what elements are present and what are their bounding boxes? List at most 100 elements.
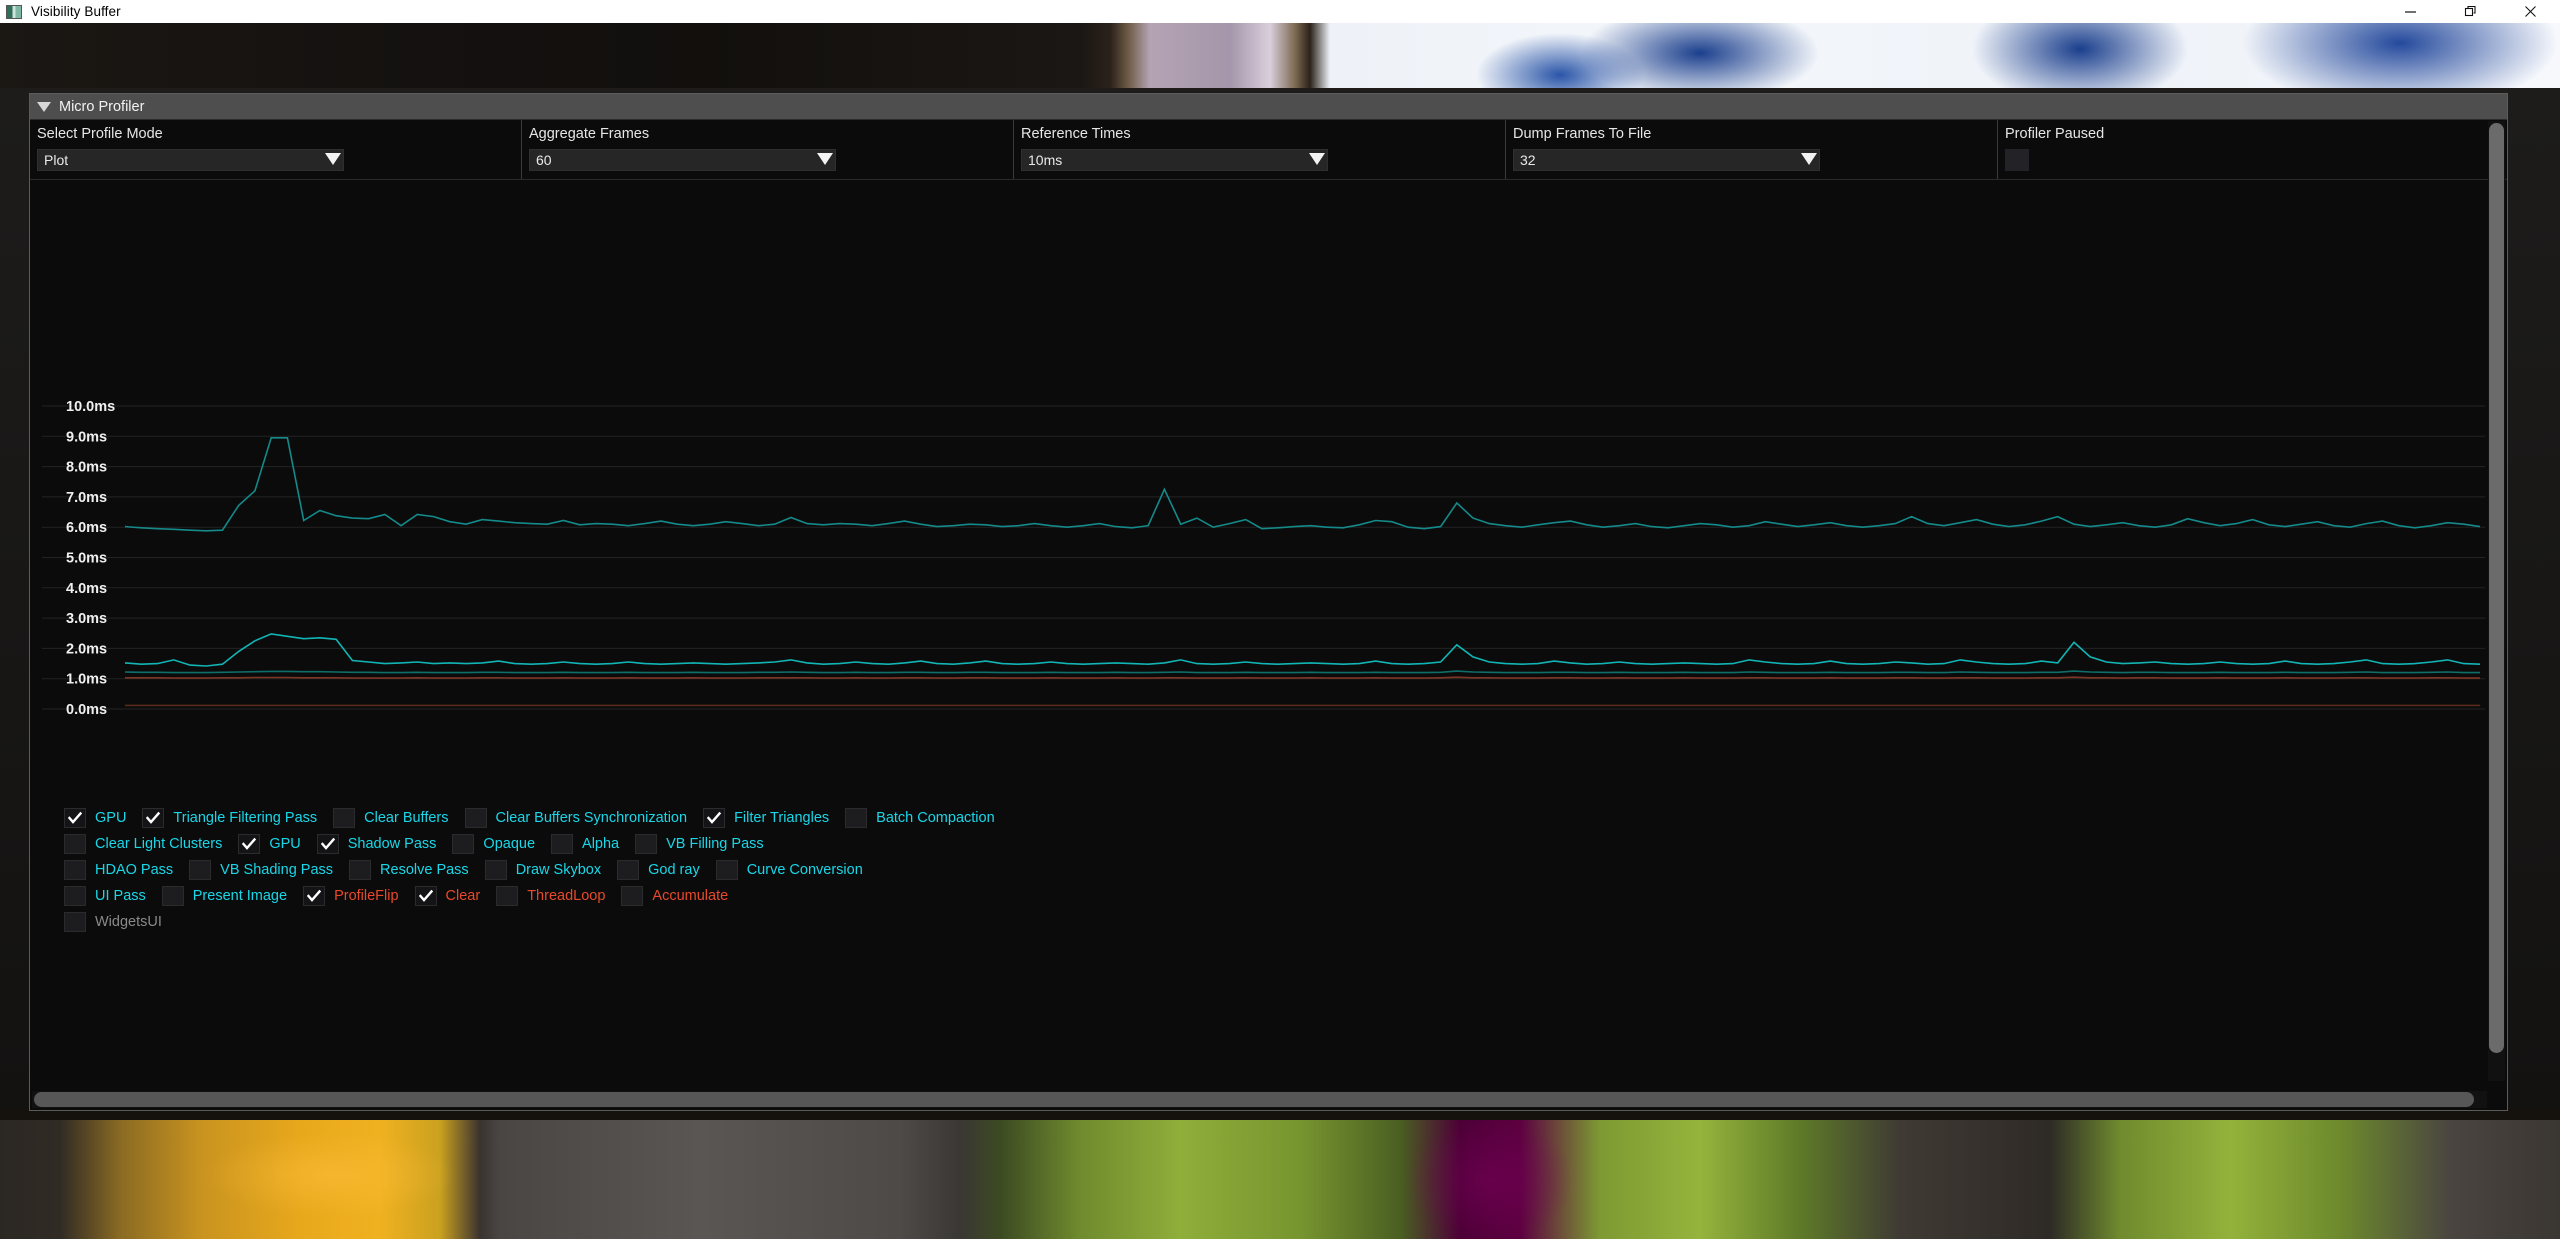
plot-canvas: 10.0ms 9.0ms 8.0ms 7.0ms 6.0ms 5.0ms 4.0ms 3.0m… [42, 399, 2485, 718]
legend-label: ThreadLoop [527, 888, 606, 904]
scene-foliage-region [0, 1120, 2560, 1239]
checkbox-hdao-pass[interactable] [64, 860, 86, 880]
legend-item-draw-skybox[interactable]: Draw Skybox [484, 860, 601, 880]
dump-frames-to-file-dropdown[interactable]: 32 [1513, 149, 1820, 171]
control-aggregate-frames: Aggregate Frames 60 [522, 120, 1014, 179]
minimize-button[interactable] [2380, 0, 2440, 23]
check-icon [320, 837, 335, 850]
legend-item-threadloop[interactable]: ThreadLoop [496, 886, 605, 906]
legend-item-hdao-pass[interactable]: HDAO Pass [64, 860, 173, 880]
checkbox-gpu[interactable] [64, 808, 86, 828]
legend-item-widgetsui[interactable]: WidgetsUI [64, 912, 162, 932]
checkbox-threadloop[interactable] [496, 886, 519, 906]
checkbox-present-image[interactable] [161, 886, 184, 906]
legend-item-present-image[interactable]: Present Image [161, 886, 287, 906]
plot-line-triangle-filtering-pass [124, 633, 2481, 667]
reference-times-dropdown[interactable]: 10ms [1021, 149, 1328, 171]
y-axis-tick-label: 5.0ms [66, 551, 107, 567]
checkbox-shadow-pass[interactable] [316, 834, 339, 854]
legend-item-accumulate[interactable]: Accumulate [621, 886, 728, 906]
legend-row: HDAO Pass VB Shading Pass Resolve Pass Draw… [64, 857, 2470, 883]
checkbox-alpha[interactable] [551, 834, 574, 854]
vertical-scrollbar[interactable] [2488, 121, 2505, 1081]
aggregate-frames-dropdown[interactable]: 60 [529, 149, 836, 171]
plot-line-filter-triangles [124, 670, 2480, 674]
checkbox-clear-buffers[interactable] [333, 808, 356, 828]
checkbox-draw-skybox[interactable] [484, 860, 507, 880]
checkbox-vb-shading-pass[interactable] [189, 860, 212, 880]
legend-item-triangle-filtering-pass[interactable]: Triangle Filtering Pass [142, 808, 317, 828]
legend-item-clear-buffers-synchronization[interactable]: Clear Buffers Synchronization [464, 808, 687, 828]
legend-label: God ray [648, 862, 700, 878]
profiler-plot: 10.0ms 9.0ms 8.0ms 7.0ms 6.0ms 5.0ms 4.0ms 3.0m… [30, 180, 2507, 775]
profiler-header[interactable]: Micro Profiler [30, 94, 2507, 120]
y-axis-tick-label: 4.0ms [66, 581, 107, 597]
plot-y-axis-labels: 10.0ms 9.0ms 8.0ms 7.0ms 6.0ms 5.0ms 4.0ms 3.0m… [66, 399, 115, 718]
checkbox-resolve-pass[interactable] [349, 860, 372, 880]
legend-item-curve-conversion[interactable]: Curve Conversion [715, 860, 863, 880]
horizontal-scrollbar[interactable] [32, 1091, 2487, 1108]
legend-label: UI Pass [95, 888, 146, 904]
checkbox-gpu[interactable] [238, 834, 261, 854]
checkbox-profileflip[interactable] [303, 886, 326, 906]
window-controls [2380, 0, 2560, 23]
vertical-scrollbar-thumb[interactable] [2489, 123, 2504, 1053]
legend-label: Alpha [582, 836, 620, 852]
legend-item-ui-pass[interactable]: UI Pass [64, 886, 146, 906]
legend-item-vb-shading-pass[interactable]: VB Shading Pass [189, 860, 333, 880]
control-profiler-paused: Profiler Paused [1998, 120, 2298, 179]
legend-item-gpu[interactable]: GPU [238, 834, 301, 854]
close-button[interactable] [2500, 0, 2560, 23]
legend-label: Accumulate [652, 888, 729, 904]
legend-item-opaque[interactable]: Opaque [452, 834, 535, 854]
legend-item-gpu[interactable]: GPU [64, 808, 126, 828]
legend-label: Clear Light Clusters [95, 836, 223, 852]
checkbox-accumulate[interactable] [621, 886, 644, 906]
legend-item-alpha[interactable]: Alpha [551, 834, 619, 854]
legend-item-shadow-pass[interactable]: Shadow Pass [316, 834, 436, 854]
legend-label: WidgetsUI [95, 914, 162, 930]
chevron-down-icon[interactable] [325, 153, 341, 165]
profiler-controls: Select Profile Mode Plot Aggregate Frame… [30, 120, 2507, 180]
legend-item-profileflip[interactable]: ProfileFlip [303, 886, 399, 906]
legend-label: VB Filling Pass [666, 836, 764, 852]
checkbox-triangle-filtering-pass[interactable] [142, 808, 165, 828]
checkbox-clear-buffers-synchronization[interactable] [464, 808, 487, 828]
checkbox-widgetsui[interactable] [64, 912, 86, 932]
checkbox-batch-compaction[interactable] [845, 808, 868, 828]
legend-label: Filter Triangles [734, 810, 830, 826]
select-profile-mode-dropdown[interactable]: Plot [37, 149, 344, 171]
checkbox-filter-triangles[interactable] [703, 808, 726, 828]
check-icon [707, 811, 722, 824]
checkbox-opaque[interactable] [452, 834, 475, 854]
reference-times-value: 10ms [1028, 152, 1063, 168]
legend-item-clear-light-clusters[interactable]: Clear Light Clusters [64, 834, 222, 854]
checkbox-ui-pass[interactable] [64, 886, 86, 906]
checkbox-god-ray[interactable] [617, 860, 640, 880]
legend-item-god-ray[interactable]: God ray [617, 860, 700, 880]
checkbox-clear-light-clusters[interactable] [64, 834, 86, 854]
chevron-down-icon[interactable] [1801, 153, 1817, 165]
restore-button[interactable] [2440, 0, 2500, 23]
check-icon [307, 889, 322, 902]
plot-line-gpu [124, 436, 2481, 532]
checkbox-curve-conversion[interactable] [715, 860, 738, 880]
control-label: Dump Frames To File [1513, 126, 1652, 142]
checkbox-clear[interactable] [414, 886, 437, 906]
chevron-down-icon[interactable] [817, 153, 833, 165]
legend-item-clear[interactable]: Clear [414, 886, 480, 906]
control-dump-frames-to-file: Dump Frames To File 32 [1506, 120, 1998, 179]
legend-item-clear-buffers[interactable]: Clear Buffers [333, 808, 449, 828]
checkbox-vb-filling-pass[interactable] [635, 834, 658, 854]
horizontal-scrollbar-thumb[interactable] [34, 1092, 2474, 1107]
legend-item-filter-triangles[interactable]: Filter Triangles [703, 808, 829, 828]
micro-profiler-panel: Micro Profiler Select Profile Mode Plot … [29, 93, 2508, 1111]
legend-item-batch-compaction[interactable]: Batch Compaction [845, 808, 995, 828]
y-axis-tick-label: 7.0ms [66, 490, 107, 506]
chevron-down-icon[interactable] [1309, 153, 1325, 165]
check-icon [146, 811, 161, 824]
legend-item-vb-filling-pass[interactable]: VB Filling Pass [635, 834, 764, 854]
triangle-down-icon[interactable] [37, 101, 51, 112]
profiler-paused-checkbox[interactable] [2005, 149, 2029, 171]
legend-item-resolve-pass[interactable]: Resolve Pass [349, 860, 469, 880]
